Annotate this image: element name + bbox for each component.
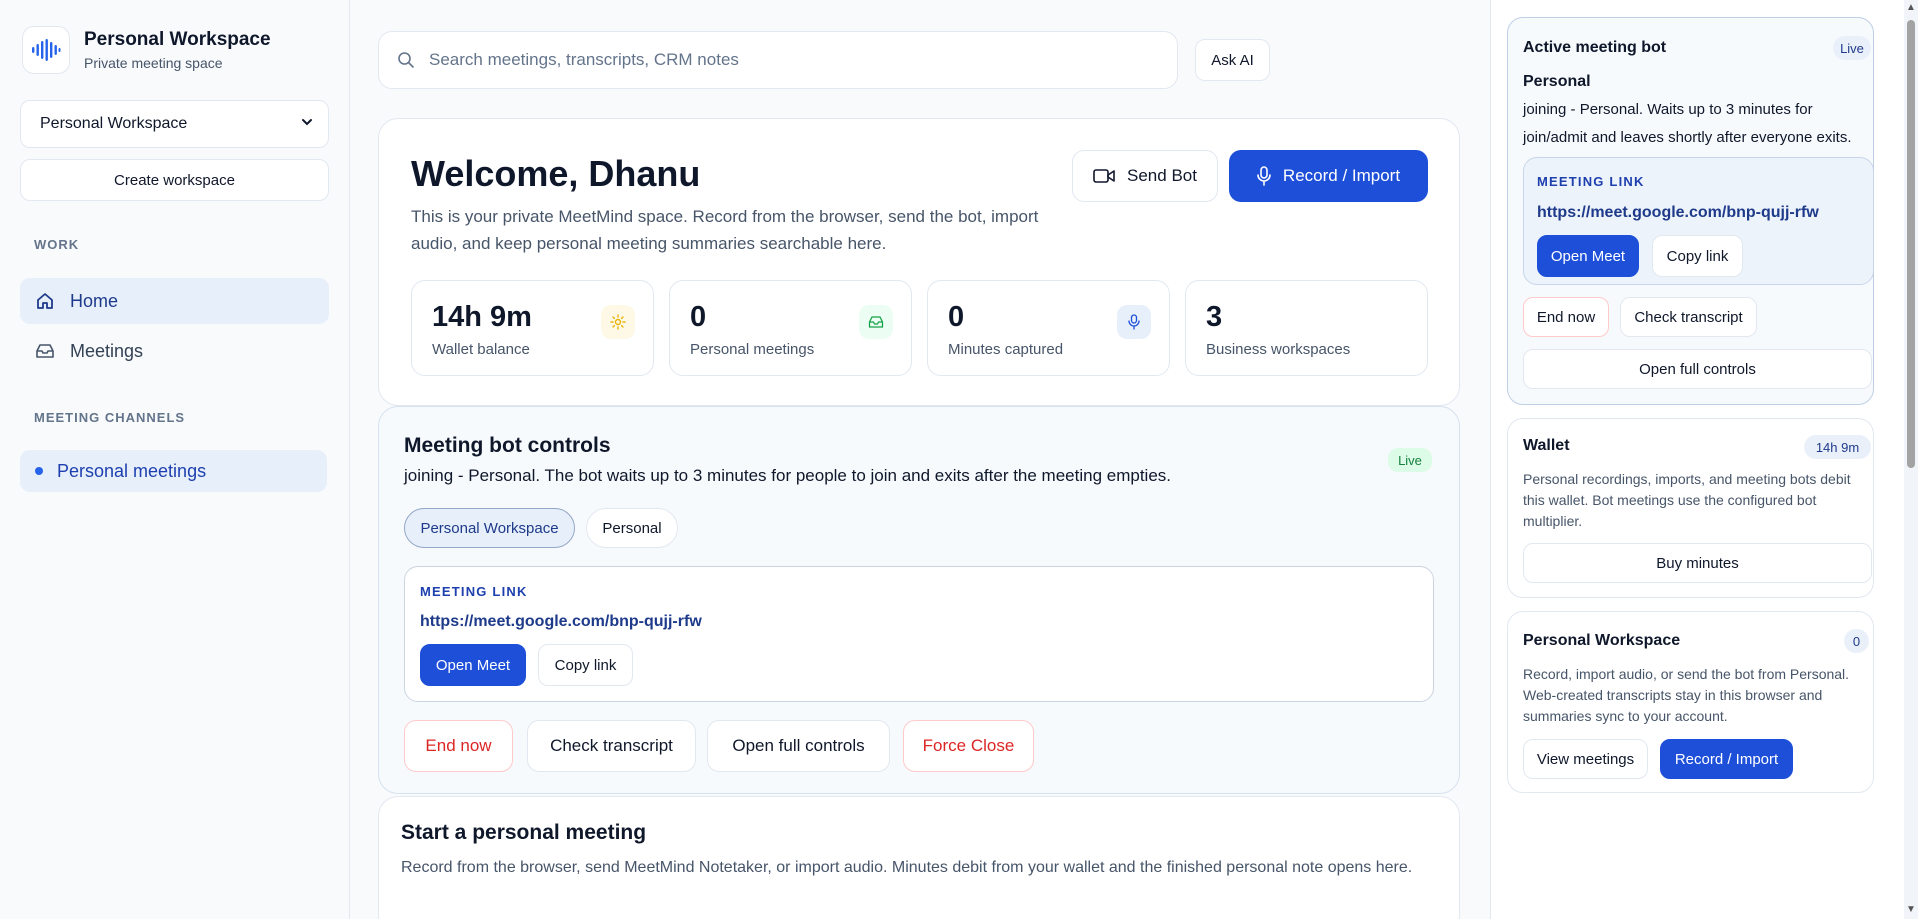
workspace-description: Record, import audio, or send the bot fr… <box>1523 666 1850 724</box>
scroll-thumb[interactable] <box>1907 20 1915 468</box>
meeting-link-box: MEETING LINK https://meet.google.com/bnp… <box>404 566 1434 702</box>
stat-value: 0 <box>948 301 965 333</box>
nav-item-home[interactable]: Home <box>20 278 329 324</box>
check-transcript-button[interactable]: Check transcript <box>527 720 696 772</box>
stat-wallet-balance: 14h 9m Wallet balance <box>411 280 654 376</box>
open-meet-button[interactable]: Open Meet <box>420 644 526 686</box>
meeting-link-label: MEETING LINK <box>420 584 528 599</box>
right-panel: Active meeting bot Live Personal joining… <box>1490 0 1920 919</box>
scrollbar[interactable]: ▲ ▼ <box>1904 0 1918 919</box>
brand-subtitle: Private meeting space <box>84 55 223 71</box>
ask-ai-button[interactable]: Ask AI <box>1195 39 1270 81</box>
video-camera-icon <box>1093 168 1115 184</box>
workspace-count-badge: 0 <box>1844 629 1869 653</box>
welcome-description: This is your private MeetMind space. Rec… <box>411 207 1039 253</box>
wallet-description: Personal recordings, imports, and meetin… <box>1523 471 1851 529</box>
pill-personal-workspace[interactable]: Personal Workspace <box>404 508 575 548</box>
personal-workspace-card: Personal Workspace 0 Record, import audi… <box>1507 611 1874 793</box>
workspace-title: Personal Workspace <box>1523 632 1681 649</box>
waveform-logo-icon <box>22 26 70 74</box>
nav-item-meetings[interactable]: Meetings <box>20 328 329 374</box>
open-meet-button[interactable]: Open Meet <box>1537 235 1639 277</box>
meeting-bot-controls-card: Meeting bot controls joining - Personal.… <box>378 406 1460 794</box>
copy-link-button[interactable]: Copy link <box>1652 235 1743 277</box>
bot-controls-description: joining - Personal. The bot waits up to … <box>404 466 1172 485</box>
home-icon <box>34 290 56 312</box>
bot-controls-title: Meeting bot controls <box>404 434 611 457</box>
record-import-button[interactable]: Record / Import <box>1229 150 1428 202</box>
search-icon <box>397 51 415 69</box>
active-bot-title: Active meeting bot <box>1523 39 1667 56</box>
meeting-link-label: MEETING LINK <box>1537 174 1645 189</box>
stat-label: Minutes captured <box>948 341 1064 358</box>
wallet-title: Wallet <box>1523 437 1570 454</box>
brand: Personal Workspace Private meeting space <box>22 26 271 74</box>
welcome-title: Welcome, Dhanu <box>411 153 701 194</box>
buy-minutes-button[interactable]: Buy minutes <box>1523 543 1872 583</box>
record-import-button[interactable]: Record / Import <box>1660 739 1793 779</box>
stat-value: 0 <box>690 301 707 333</box>
work-section-label: WORK <box>34 237 80 252</box>
stat-value: 14h 9m <box>432 301 532 333</box>
create-workspace-button[interactable]: Create workspace <box>20 159 329 201</box>
microphone-icon <box>1257 166 1271 186</box>
force-close-button[interactable]: Force Close <box>903 720 1034 772</box>
active-bot-meeting-link-box: MEETING LINK https://meet.google.com/bnp… <box>1523 157 1874 285</box>
scroll-down-icon[interactable]: ▼ <box>1906 904 1916 915</box>
live-badge: Live <box>1833 36 1871 60</box>
scroll-up-icon[interactable]: ▲ <box>1906 2 1916 13</box>
stat-minutes-captured: 0 Minutes captured <box>927 280 1170 376</box>
open-full-controls-button[interactable]: Open full controls <box>707 720 890 772</box>
inbox-icon <box>859 305 893 339</box>
inbox-icon <box>34 340 56 362</box>
workspace-select[interactable]: Personal Workspace <box>20 100 329 148</box>
stat-label: Personal meetings <box>690 341 815 358</box>
search-input[interactable]: Search meetings, transcripts, CRM notes <box>378 31 1178 89</box>
send-bot-button[interactable]: Send Bot <box>1072 150 1218 202</box>
active-meeting-bot-card: Active meeting bot Live Personal joining… <box>1507 17 1874 405</box>
view-meetings-button[interactable]: View meetings <box>1523 739 1648 779</box>
record-import-label: Record / Import <box>1282 166 1401 185</box>
sidebar: Personal Workspace Private meeting space… <box>0 0 350 919</box>
wallet-balance-badge: 14h 9m <box>1804 435 1871 459</box>
check-transcript-button[interactable]: Check transcript <box>1620 297 1757 337</box>
stat-label: Wallet balance <box>432 341 530 358</box>
nav-item-label: Meetings <box>70 340 144 361</box>
welcome-card: Welcome, Dhanu This is your private Meet… <box>378 118 1460 406</box>
meeting-link[interactable]: https://meet.google.com/bnp-qujj-rfw <box>420 613 702 631</box>
meeting-channels-label: MEETING CHANNELS <box>34 410 186 425</box>
channel-personal-meetings[interactable]: Personal meetings <box>20 450 327 492</box>
chevron-down-icon <box>300 115 314 134</box>
live-badge: Live <box>1388 448 1432 472</box>
sun-icon <box>601 305 635 339</box>
start-meeting-title: Start a personal meeting <box>401 821 647 844</box>
open-full-controls-button[interactable]: Open full controls <box>1523 349 1872 389</box>
search-placeholder: Search meetings, transcripts, CRM notes <box>429 50 739 69</box>
mic-icon <box>1117 305 1151 339</box>
nav-item-label: Home <box>70 290 119 311</box>
stat-value: 3 <box>1206 301 1223 333</box>
end-now-button[interactable]: End now <box>1523 297 1609 337</box>
brand-title: Personal Workspace <box>84 29 271 50</box>
stat-personal-meetings: 0 Personal meetings <box>669 280 912 376</box>
active-bot-name: Personal <box>1523 73 1591 90</box>
send-bot-label: Send Bot <box>1127 166 1197 185</box>
channel-dot-icon <box>35 467 43 475</box>
stat-label: Business workspaces <box>1206 341 1351 358</box>
meeting-link[interactable]: https://meet.google.com/bnp-qujj-rfw <box>1537 204 1819 222</box>
end-now-button[interactable]: End now <box>404 720 513 772</box>
channel-label: Personal meetings <box>57 460 207 481</box>
workspace-select-value: Personal Workspace <box>40 115 188 132</box>
start-meeting-description: Record from the browser, send MeetMind N… <box>401 859 1413 876</box>
copy-link-button[interactable]: Copy link <box>538 644 633 686</box>
start-personal-meeting-card: Start a personal meeting Record from the… <box>378 796 1460 919</box>
wallet-card: Wallet 14h 9m Personal recordings, impor… <box>1507 418 1874 598</box>
active-bot-description: joining - Personal. Waits up to 3 minute… <box>1523 101 1852 146</box>
stat-business-workspaces: 3 Business workspaces <box>1185 280 1428 376</box>
pill-personal[interactable]: Personal <box>586 508 678 548</box>
